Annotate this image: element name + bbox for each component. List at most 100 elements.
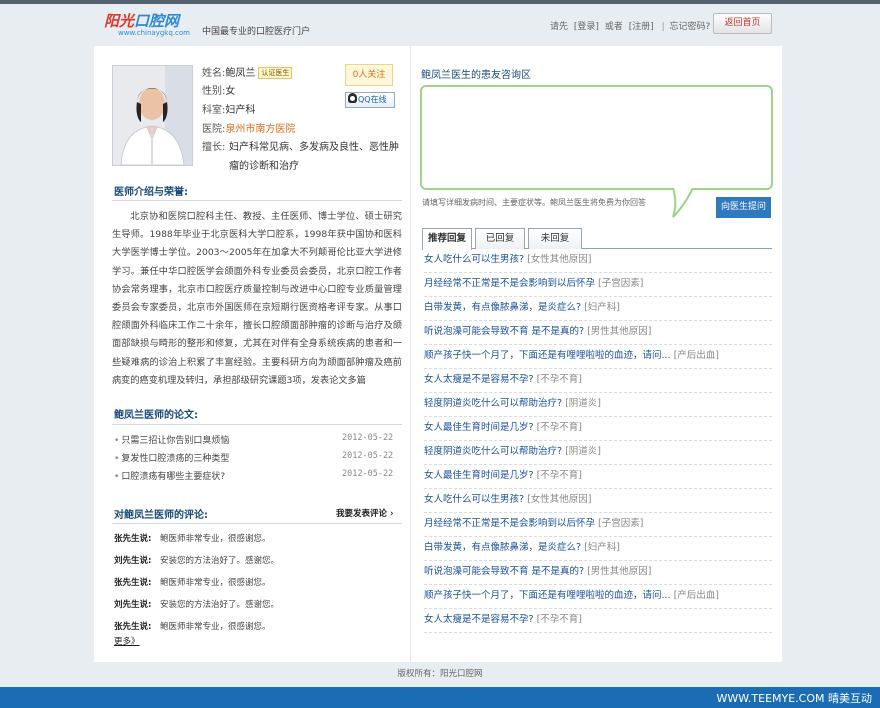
question-title[interactable]: 女人太瘦是不是容易不孕? — [424, 614, 534, 625]
question-category: [阴道炎] — [565, 446, 601, 457]
question-item[interactable]: 轻度阴道炎吃什么可以帮助治疗? [阴道炎] — [424, 393, 772, 417]
reply-tabs: 推荐回复 已回复 未回复 — [422, 228, 772, 250]
question-title[interactable]: 女人最佳生育时间是几岁? — [424, 422, 534, 433]
tab-replied[interactable]: 已回复 — [475, 228, 525, 249]
question-item[interactable]: 听说泡澡可能会导致不育 是不是真的? [男性其他原因] — [424, 321, 772, 345]
question-category: [不孕不育] — [536, 614, 582, 625]
footer-copyright: 版权所有：阳光口腔网 — [397, 669, 483, 679]
comment-item: 刘先生说: 安装您的方法治好了。感谢您。 — [114, 598, 394, 610]
comment-author: 刘先生说: — [114, 556, 152, 566]
question-item[interactable]: 白带发黄，有点像脓鼻涕，是炎症么? [妇产科] — [424, 297, 772, 321]
comment-item: 刘先生说: 安装您的方法治好了。感谢您。 — [114, 554, 394, 566]
question-category: [男性其他原因] — [587, 566, 652, 577]
question-item[interactable]: 白带发黄，有点像脓鼻涕，是炎症么? [妇产科] — [424, 537, 772, 561]
column-divider — [410, 46, 411, 662]
gender-row: 性别:女 — [202, 82, 235, 97]
logo-text-b: 口腔网 — [134, 12, 180, 30]
question-item[interactable]: 轻度阴道炎吃什么可以帮助治疗? [阴道炎] — [424, 441, 772, 465]
question-title[interactable]: 女人吃什么可以生男孩? — [424, 254, 524, 265]
bullet-icon: • — [114, 454, 120, 464]
comment-author: 张先生说: — [114, 578, 152, 588]
qq-penguin-icon — [348, 93, 357, 103]
tab-recommended[interactable]: 推荐回复 — [422, 228, 472, 250]
paper-date: 2012-05-22 — [342, 433, 394, 443]
comment-text: 鲍医师非常专业，很感谢您。 — [160, 622, 271, 632]
question-title[interactable]: 月经经常不正常是不是会影响到以后怀孕 — [424, 518, 595, 529]
question-item[interactable]: 女人吃什么可以生男孩? [女性其他原因] — [424, 489, 772, 513]
logo-text: 阳光口腔网 — [104, 10, 179, 31]
question-item[interactable]: 女人太瘦是不是容易不孕? [不孕不育] — [424, 609, 772, 633]
or-text: 或者 — [604, 22, 623, 32]
question-item[interactable]: 女人最佳生育时间是几岁? [不孕不育] — [424, 465, 772, 489]
question-title[interactable]: 轻度阴道炎吃什么可以帮助治疗? — [424, 446, 562, 457]
qq-online-button[interactable]: QQ在线 — [345, 92, 395, 108]
doctor-department: 妇产科 — [225, 105, 256, 116]
comment-text: 鲍医师非常专业，很感谢您。 — [160, 534, 271, 544]
ask-doctor-button[interactable]: 向医生提问 — [716, 197, 771, 218]
link-separator: | — [661, 22, 665, 32]
certified-badge: 认证医生 — [258, 67, 293, 79]
question-title[interactable]: 月经经常不正常是不是会影响到以后怀孕 — [424, 278, 595, 289]
papers-title-underline — [112, 424, 402, 425]
comment-author: 刘先生说: — [114, 600, 152, 610]
department-label: 科室: — [202, 105, 226, 116]
comment-author: 张先生说: — [114, 534, 152, 544]
site-logo[interactable]: 阳光口腔网 www.chinaygkq.com — [104, 10, 192, 40]
question-title[interactable]: 女人太瘦是不是容易不孕? — [424, 374, 534, 385]
doctor-photo — [112, 65, 193, 166]
question-title[interactable]: 女人最佳生育时间是几岁? — [424, 470, 534, 481]
paper-item[interactable]: • 只需三招让你告别口臭烦恼 2012-05-22 — [114, 433, 394, 446]
question-category: [男性其他原因] — [587, 326, 652, 337]
question-title[interactable]: 轻度阴道炎吃什么可以帮助治疗? — [424, 398, 562, 409]
question-title[interactable]: 顺产孩子快一个月了，下面还是有哩哩啦啦的血迹，请问... — [424, 350, 671, 361]
paper-item[interactable]: • 口腔溃疡有哪些主要症状? 2012-05-22 — [114, 469, 394, 482]
follow-count-button[interactable]: 0人关注 — [345, 64, 393, 86]
intro-title-underline — [112, 200, 402, 201]
qq-label: QQ在线 — [358, 95, 387, 104]
name-row: 姓名:鲍凤兰 认证医生 — [202, 64, 293, 79]
header: 阳光口腔网 www.chinaygkq.com 中国最专业的口腔医疗门户 请先 … — [94, 4, 782, 46]
question-item[interactable]: 女人太瘦是不是容易不孕? [不孕不育] — [424, 369, 772, 393]
comment-author: 张先生说: — [114, 622, 152, 632]
paper-title[interactable]: 只需三招让你告别口臭烦恼 — [121, 436, 229, 446]
department-row: 科室:妇产科 — [202, 101, 255, 116]
doctor-gender: 女 — [225, 86, 236, 97]
logo-domain: www.chinaygkq.com — [118, 29, 190, 37]
question-textarea[interactable] — [420, 85, 773, 190]
account-links: 请先 [登录] 或者 [注册] | 忘记密码? — [550, 19, 713, 32]
question-title[interactable]: 女人吃什么可以生男孩? — [424, 494, 524, 505]
question-title[interactable]: 听说泡澡可能会导致不育 是不是真的? — [424, 566, 584, 577]
intro-text: 北京协和医院口腔科主任、教授、主任医师、博士学位、硕士研究生导师。1988年毕业… — [112, 211, 402, 386]
question-hint: 请填写详细发病时间、主要症状等。鲍凤兰医生将免费为你回答 — [422, 198, 646, 207]
comment-item: 张先生说: 鲍医师非常专业，很感谢您。 — [114, 620, 394, 632]
question-item[interactable]: 月经经常不正常是不是会影响到以后怀孕 [子宫因素] — [424, 273, 772, 297]
comments-title: 对鲍凤兰医师的评论: — [114, 510, 208, 521]
intro-title: 医师介绍与荣誉: — [114, 187, 188, 198]
question-item[interactable]: 月经经常不正常是不是会影响到以后怀孕 [子宫因素] — [424, 513, 772, 537]
more-comments-link[interactable]: 更多》 — [114, 635, 140, 647]
question-item[interactable]: 女人吃什么可以生男孩? [女性其他原因] — [424, 249, 772, 273]
question-item[interactable]: 听说泡澡可能会导致不育 是不是真的? [男性其他原因] — [424, 561, 772, 585]
paper-item[interactable]: • 复发性口腔溃疡的三种类型 2012-05-22 — [114, 451, 394, 464]
hospital-link[interactable]: 泉州市南方医院 — [225, 124, 295, 135]
question-item[interactable]: 顺产孩子快一个月了，下面还是有哩哩啦啦的血迹，请问... [产后出血] — [424, 585, 772, 609]
question-category: [妇产科] — [584, 542, 620, 553]
question-title[interactable]: 白带发黄，有点像脓鼻涕，是炎症么? — [424, 302, 581, 313]
question-title[interactable]: 顺产孩子快一个月了，下面还是有哩哩啦啦的血迹，请问... — [424, 590, 671, 601]
back-home-button[interactable]: 返回首页 — [713, 13, 772, 34]
question-title[interactable]: 听说泡澡可能会导致不育 是不是真的? — [424, 326, 584, 337]
paper-title[interactable]: 复发性口腔溃疡的三种类型 — [121, 454, 229, 464]
question-category: [子宫因素] — [598, 278, 644, 289]
question-category: [不孕不育] — [536, 470, 582, 481]
login-link[interactable]: [登录] — [574, 22, 599, 32]
forgot-password-link[interactable]: 忘记密码? — [670, 22, 711, 32]
question-title[interactable]: 白带发黄，有点像脓鼻涕，是炎症么? — [424, 542, 581, 553]
register-link[interactable]: [注册] — [629, 22, 654, 32]
watermark-text: WWW.TEEMYE.COM 晴美互动 — [716, 692, 872, 705]
post-comment-link[interactable]: 我要发表评论 › — [336, 507, 393, 519]
paper-title[interactable]: 口腔溃疡有哪些主要症状? — [121, 472, 225, 482]
comment-item: 张先生说: 鲍医师非常专业，很感谢您。 — [114, 576, 394, 588]
question-item[interactable]: 女人最佳生育时间是几岁? [不孕不育] — [424, 417, 772, 441]
tab-unreplied[interactable]: 未回复 — [528, 228, 582, 249]
question-item[interactable]: 顺产孩子快一个月了，下面还是有哩哩啦啦的血迹，请问... [产后出血] — [424, 345, 772, 369]
